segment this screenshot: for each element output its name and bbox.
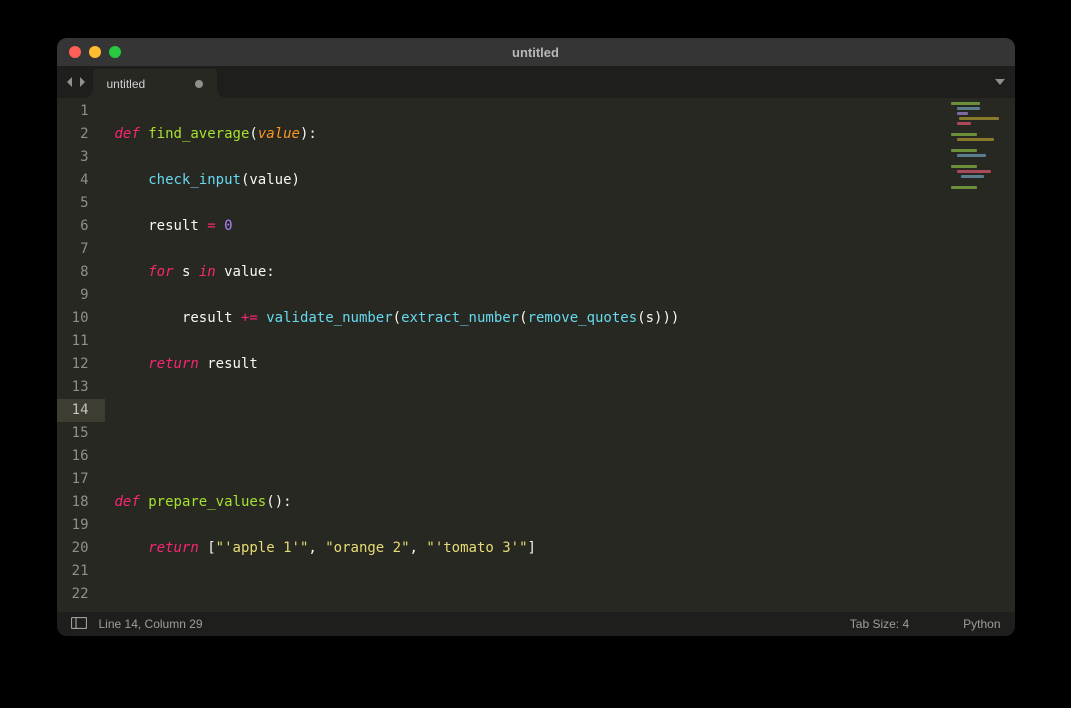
- code-line: [105, 583, 945, 606]
- line-number[interactable]: 2: [57, 123, 89, 146]
- code-line: def find_average(value):: [105, 123, 945, 146]
- close-icon[interactable]: [69, 46, 81, 58]
- line-number[interactable]: 21: [57, 560, 89, 583]
- line-number[interactable]: 9: [57, 284, 89, 307]
- line-number[interactable]: 4: [57, 169, 89, 192]
- code-content[interactable]: def find_average(value): check_input(val…: [105, 98, 945, 612]
- line-number[interactable]: 11: [57, 330, 89, 353]
- status-language[interactable]: Python: [963, 617, 1000, 631]
- code-line: result = 0: [105, 215, 945, 238]
- code-line: result += validate_number(extract_number…: [105, 307, 945, 330]
- code-line: for s in value:: [105, 261, 945, 284]
- titlebar[interactable]: untitled: [57, 38, 1015, 66]
- line-number[interactable]: 13: [57, 376, 89, 399]
- maximize-icon[interactable]: [109, 46, 121, 58]
- panel-icon[interactable]: [71, 617, 87, 632]
- code-line: [105, 399, 945, 422]
- editor-area[interactable]: 12345678910111213141516171819202122 def …: [57, 98, 1015, 612]
- code-line: return result: [105, 353, 945, 376]
- line-number[interactable]: 19: [57, 514, 89, 537]
- window-title: untitled: [512, 45, 559, 60]
- line-number[interactable]: 1: [57, 100, 89, 123]
- chevron-down-icon: [995, 78, 1005, 86]
- line-number[interactable]: 7: [57, 238, 89, 261]
- line-number[interactable]: 10: [57, 307, 89, 330]
- status-tabsize[interactable]: Tab Size: 4: [850, 617, 909, 631]
- tabbar: untitled: [57, 66, 1015, 98]
- minimap[interactable]: [945, 98, 1015, 612]
- line-number[interactable]: 12: [57, 353, 89, 376]
- line-number[interactable]: 3: [57, 146, 89, 169]
- nav-back-icon[interactable]: [65, 76, 75, 88]
- code-line: return ["'apple 1'", "orange 2", "'tomat…: [105, 537, 945, 560]
- code-line: def prepare_values():: [105, 491, 945, 514]
- gutter[interactable]: 12345678910111213141516171819202122: [57, 98, 105, 612]
- line-number[interactable]: 16: [57, 445, 89, 468]
- editor-window: untitled untitled 1234567891011121314151…: [57, 38, 1015, 636]
- line-number[interactable]: 15: [57, 422, 89, 445]
- nav-forward-icon[interactable]: [77, 76, 87, 88]
- tab-label: untitled: [107, 77, 146, 91]
- line-number[interactable]: 5: [57, 192, 89, 215]
- line-number[interactable]: 8: [57, 261, 89, 284]
- line-number[interactable]: 6: [57, 215, 89, 238]
- code-line: [105, 445, 945, 468]
- minimize-icon[interactable]: [89, 46, 101, 58]
- line-number[interactable]: 18: [57, 491, 89, 514]
- statusbar: Line 14, Column 29 Tab Size: 4 Python: [57, 612, 1015, 636]
- tab-untitled[interactable]: untitled: [93, 69, 218, 98]
- code-line: check_input(value): [105, 169, 945, 192]
- window-controls: [69, 46, 121, 58]
- line-number[interactable]: 20: [57, 537, 89, 560]
- line-number[interactable]: 22: [57, 583, 89, 606]
- line-number[interactable]: 14: [57, 399, 105, 422]
- line-number[interactable]: 17: [57, 468, 89, 491]
- status-position[interactable]: Line 14, Column 29: [99, 617, 203, 631]
- tab-dropdown[interactable]: [985, 66, 1015, 98]
- dirty-indicator-icon: [195, 80, 203, 88]
